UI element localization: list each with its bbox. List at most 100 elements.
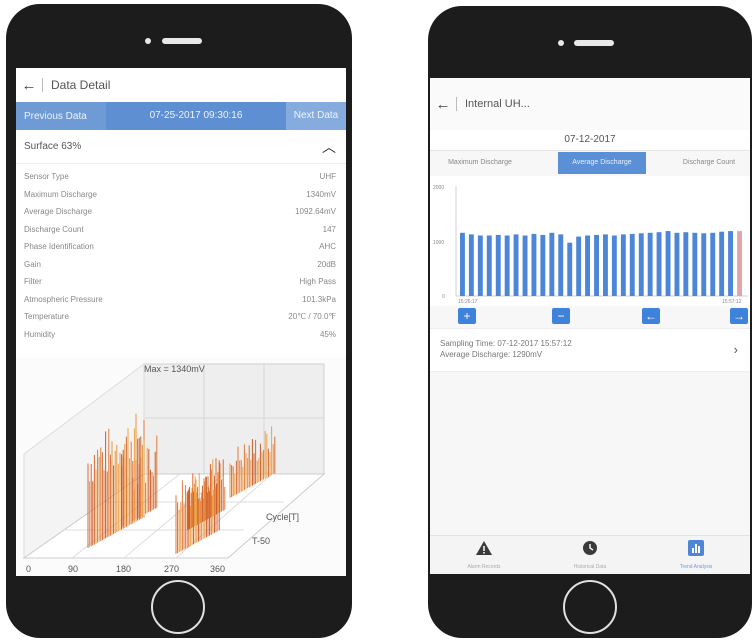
trend-bar[interactable] <box>504 235 510 297</box>
chevron-up-icon[interactable]: ︿ <box>322 137 336 157</box>
zoom-in-button[interactable]: + <box>458 308 476 324</box>
next-data-button[interactable]: Next Data <box>286 102 346 130</box>
trend-bar[interactable] <box>531 233 537 296</box>
trend-bar[interactable] <box>585 235 590 297</box>
detail-row: Humidity 45% <box>16 326 346 344</box>
tab-trend-analysis[interactable]: Trend Analysis <box>656 540 736 570</box>
average-discharge-text: Average Discharge: 1290mV <box>440 350 543 359</box>
camera-dot <box>145 38 151 44</box>
trend-bar-chart: 2000 1000 0 15:26:17 15:57:12 <box>430 176 750 306</box>
trend-bars <box>460 231 742 297</box>
trend-bar[interactable] <box>737 231 742 296</box>
trend-bar[interactable] <box>728 231 733 296</box>
trend-bar[interactable] <box>558 234 564 296</box>
trend-bar[interactable] <box>567 242 573 297</box>
zoom-out-button[interactable]: − <box>552 308 570 324</box>
section-header[interactable]: Surface 63% ︿ <box>16 130 346 164</box>
previous-data-button[interactable]: Previous Data <box>16 111 106 122</box>
detail-label: Gain <box>24 259 41 269</box>
scroll-right-button[interactable]: → <box>730 308 748 324</box>
trend-bar[interactable] <box>477 235 483 297</box>
detail-label: Average Discharge <box>24 207 92 217</box>
detail-value: AHC <box>319 242 336 252</box>
header-divider <box>456 97 457 111</box>
app-header: ← Internal UH... <box>430 78 750 130</box>
segment-maximum-discharge[interactable]: Maximum Discharge <box>434 152 526 174</box>
trend-bar[interactable] <box>701 233 707 296</box>
trend-analysis-screen: ← Internal UH... 07-12-2017 Maximum Disc… <box>430 78 750 574</box>
detail-label: Humidity <box>24 329 56 339</box>
segment-average-discharge[interactable]: Average Discharge <box>558 152 646 174</box>
trend-bar[interactable] <box>611 235 617 297</box>
home-button[interactable] <box>151 580 205 634</box>
back-arrow-icon[interactable]: ← <box>430 96 456 113</box>
trend-bar[interactable] <box>486 235 492 297</box>
y-tick-label: 1000 <box>433 240 444 246</box>
trend-bar[interactable] <box>710 232 716 296</box>
trend-bar[interactable] <box>647 232 653 296</box>
phase-tick-label: 270 <box>164 564 179 574</box>
trend-bar[interactable] <box>460 232 465 296</box>
trend-bar[interactable] <box>540 234 546 296</box>
trend-bar[interactable] <box>674 232 680 296</box>
detail-label: Temperature <box>24 312 69 322</box>
page-title: Internal UH... <box>465 98 530 110</box>
scroll-left-button[interactable]: ← <box>642 308 660 324</box>
trend-bar[interactable] <box>513 234 519 296</box>
data-detail-screen: ← Data Detail Previous Data 07-25-2017 0… <box>16 68 346 576</box>
back-arrow-icon[interactable]: ← <box>16 77 42 94</box>
trend-bar[interactable] <box>629 233 635 296</box>
phase-tick-label: 180 <box>116 564 131 574</box>
t-axis-label: T-50 <box>252 536 270 546</box>
bottom-tab-bar: Alarm Records Historical Data Trend Anal… <box>430 535 750 574</box>
app-header: ← Data Detail <box>16 68 346 102</box>
trend-bar[interactable] <box>495 234 501 296</box>
trend-bar[interactable] <box>638 233 644 296</box>
prpd-3d-chart-svg: Max = 1340mV Cycle[T] T-50 0 90 180 270 … <box>22 363 326 574</box>
detail-label: Discharge Count <box>24 224 84 234</box>
trend-bar[interactable] <box>576 236 582 296</box>
detail-label: Phase Identification <box>24 242 94 252</box>
warning-icon <box>476 541 492 555</box>
speaker-slot <box>574 40 614 46</box>
trend-bar[interactable] <box>719 231 725 296</box>
trend-bar[interactable] <box>683 232 689 296</box>
trend-bar[interactable] <box>522 235 528 297</box>
detail-list: Sensor Type UHF Maximum Discharge 1340mV Ave… <box>16 168 346 343</box>
detail-value: UHF <box>319 172 336 182</box>
detail-value: High Pass <box>299 277 336 287</box>
camera-dot <box>558 40 564 46</box>
chevron-right-icon[interactable]: › <box>734 342 738 357</box>
segment-discharge-count[interactable]: Discharge Count <box>668 152 750 174</box>
detail-row: Discharge Count 147 <box>16 221 346 239</box>
chart-back-wall <box>143 363 325 475</box>
trend-bar[interactable] <box>549 232 555 296</box>
detail-value: 45% <box>319 329 336 339</box>
detail-value: 147 <box>322 224 336 234</box>
trend-bar[interactable] <box>594 234 599 296</box>
section-title: Surface 63% <box>24 141 82 152</box>
detail-row: Phase Identification AHC <box>16 238 346 256</box>
x-end-label: 15:57:12 <box>722 299 742 305</box>
trend-bar[interactable] <box>603 234 608 296</box>
left-phone-frame: ← Data Detail Previous Data 07-25-2017 0… <box>6 4 352 638</box>
trend-bar[interactable] <box>620 234 626 296</box>
trend-bar[interactable] <box>665 231 671 296</box>
detail-value: 1092.64mV <box>295 207 336 217</box>
selected-date[interactable]: 07-12-2017 <box>430 130 750 151</box>
trend-bar[interactable] <box>468 234 474 296</box>
x-start-label: 15:26:17 <box>458 299 478 305</box>
tab-historical-data[interactable]: Historical Data <box>550 540 630 570</box>
phase-tick-label: 360 <box>210 564 225 574</box>
tab-label: Historical Data <box>573 564 607 570</box>
detail-value: 20℃ / 70.0℉ <box>288 312 336 322</box>
home-button[interactable] <box>563 580 617 634</box>
header-divider <box>42 78 43 92</box>
detail-row: Average Discharge 1092.64mV <box>16 203 346 221</box>
speaker-slot <box>162 38 202 44</box>
detail-label: Sensor Type <box>24 172 69 182</box>
tab-alarm-records[interactable]: Alarm Records <box>444 540 524 570</box>
trend-bar[interactable] <box>656 232 662 296</box>
sampling-info-card[interactable]: Sampling Time: 07-12-2017 15:57:12 Avera… <box>430 328 750 372</box>
trend-bar[interactable] <box>692 232 698 296</box>
